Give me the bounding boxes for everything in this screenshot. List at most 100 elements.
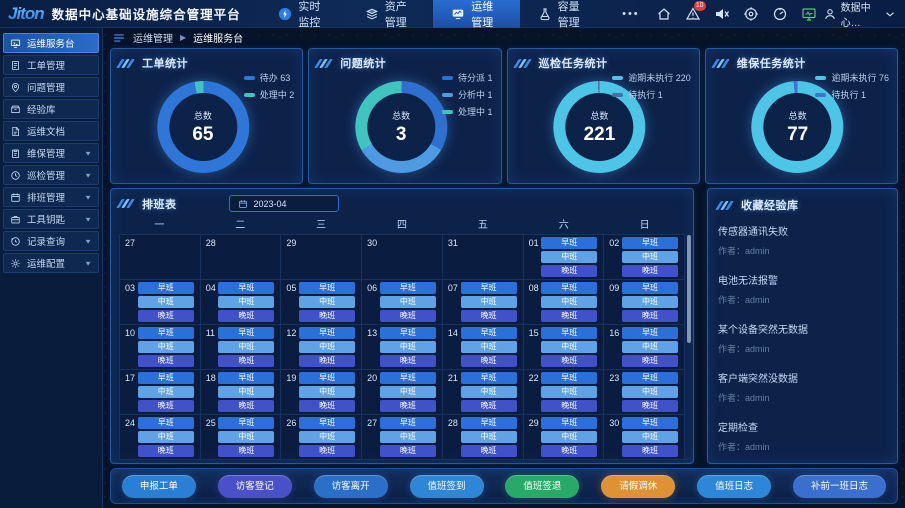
legend-label: 处理中 2 (260, 88, 295, 101)
calendar-day-cell[interactable]: 24早班中班晚班 (120, 415, 201, 460)
shift-tags: 早班中班晚班 (461, 417, 517, 457)
calendar-day-cell[interactable]: 20早班中班晚班 (362, 370, 443, 415)
calendar-day-cell[interactable]: 03早班中班晚班 (120, 280, 201, 325)
sidebar-item-1[interactable]: 运维服务台 (3, 33, 99, 53)
shift-tag: 中班 (461, 386, 517, 398)
action-button-1[interactable]: 申报工单 (122, 475, 196, 498)
shift-tags: 早班中班晚班 (299, 327, 355, 367)
sidebar-item-4[interactable]: 经验库 (3, 99, 99, 119)
calendar-day-cell[interactable]: 22早班中班晚班 (524, 370, 605, 415)
sidebar-item-9[interactable]: 工具钥匙▼ (3, 209, 99, 229)
calendar-day-cell[interactable]: 09早班中班晚班 (604, 280, 685, 325)
favorite-item[interactable]: 定期检查作者：admin (718, 419, 887, 453)
favorite-item[interactable]: 电池无法报警作者：admin (718, 272, 887, 306)
slashes-icon (119, 199, 134, 208)
calendar-day-cell[interactable]: 19早班中班晚班 (281, 370, 362, 415)
favorite-item[interactable]: 某个设备突然无数据作者：admin (718, 321, 887, 355)
sidebar-item-11[interactable]: 运维配置▼ (3, 253, 99, 273)
shift-tag: 早班 (138, 417, 194, 429)
calendar-day-cell[interactable]: 10早班中班晚班 (120, 325, 201, 370)
target-icon[interactable] (743, 6, 759, 22)
calendar-day-cell[interactable]: 02早班中班晚班 (604, 235, 685, 280)
legend-item: 分析中 1 (442, 88, 493, 101)
sidebar-item-8[interactable]: 排班管理▼ (3, 187, 99, 207)
menu-icon[interactable] (112, 31, 126, 45)
weekday-label: 五 (442, 217, 523, 234)
calendar-day-cell[interactable]: 13早班中班晚班 (362, 325, 443, 370)
action-button-2[interactable]: 访客登记 (218, 475, 292, 498)
calendar-day-cell[interactable]: 12早班中班晚班 (281, 325, 362, 370)
day-number: 18 (206, 373, 216, 383)
calendar-day-cell[interactable]: 06早班中班晚班 (362, 280, 443, 325)
action-button-7[interactable]: 值班日志 (697, 475, 771, 498)
shift-tag: 早班 (299, 327, 355, 339)
donut-center-label: 总数 (590, 109, 608, 122)
chevron-down-icon: ▼ (84, 193, 92, 200)
alert-icon[interactable]: 10 (685, 6, 701, 22)
gauge-icon[interactable] (772, 6, 788, 22)
action-button-5[interactable]: 值班签退 (505, 475, 579, 498)
calendar-day-cell[interactable]: 14早班中班晚班 (443, 325, 524, 370)
sidebar-item-label: 维保管理 (27, 146, 65, 160)
action-button-4[interactable]: 值班签到 (410, 475, 484, 498)
mute-icon[interactable] (714, 6, 730, 22)
calendar-day-cell[interactable]: 17早班中班晚班 (120, 370, 201, 415)
calendar-day-cell[interactable]: 31 (443, 235, 524, 280)
action-button-6[interactable]: 请假调休 (601, 475, 675, 498)
shift-tag: 中班 (622, 431, 678, 443)
calendar-day-cell[interactable]: 18早班中班晚班 (201, 370, 282, 415)
monitor-icon[interactable] (801, 6, 817, 22)
calendar-day-cell[interactable]: 27 (120, 235, 201, 280)
calendar-scrollbar[interactable] (687, 235, 691, 343)
month-picker[interactable]: 2023-04 (229, 195, 339, 212)
sidebar-item-10[interactable]: 记录查询▼ (3, 231, 99, 251)
calendar-day-cell[interactable]: 04早班中班晚班 (201, 280, 282, 325)
action-button-3[interactable]: 访客离开 (314, 475, 388, 498)
calendar-day-cell[interactable]: 28 (201, 235, 282, 280)
sidebar-item-2[interactable]: 工单管理 (3, 55, 99, 75)
calendar-day-cell[interactable]: 27早班中班晚班 (362, 415, 443, 460)
nav-item-4[interactable]: 容量管理 (520, 0, 606, 28)
sidebar-item-label: 记录查询 (27, 234, 65, 248)
nav-item-2[interactable]: 资产管理 (347, 0, 433, 28)
shift-tag: 早班 (299, 417, 355, 429)
day-number: 22 (529, 373, 539, 383)
breadcrumb-parent[interactable]: 运维管理 (133, 30, 173, 45)
calendar-day-cell[interactable]: 08早班中班晚班 (524, 280, 605, 325)
sidebar-item-7[interactable]: 巡检管理▼ (3, 165, 99, 185)
calendar-day-cell[interactable]: 28早班中班晚班 (443, 415, 524, 460)
calendar-day-cell[interactable]: 29早班中班晚班 (524, 415, 605, 460)
nav-item-3[interactable]: 运维管理 (433, 0, 519, 28)
user-menu[interactable]: 数据中心… (823, 0, 905, 29)
sidebar-item-3[interactable]: 问题管理 (3, 77, 99, 97)
calendar-day-cell[interactable]: 07早班中班晚班 (443, 280, 524, 325)
calendar-day-cell[interactable]: 29 (281, 235, 362, 280)
shift-tag: 晚班 (218, 400, 274, 412)
calendar-day-cell[interactable]: 25早班中班晚班 (201, 415, 282, 460)
calendar-day-cell[interactable]: 23早班中班晚班 (604, 370, 685, 415)
favorite-item[interactable]: 客户端突然没数据作者：admin (718, 370, 887, 404)
shift-tag: 早班 (541, 237, 597, 249)
calendar-day-cell[interactable]: 30早班中班晚班 (604, 415, 685, 460)
action-button-8[interactable]: 补前一班日志 (793, 475, 886, 498)
home-icon[interactable] (656, 6, 672, 22)
nav-more-button[interactable]: ••• (606, 8, 656, 20)
chart-legend: 逾期未执行 76待执行 1 (815, 71, 889, 101)
calendar-day-cell[interactable]: 11早班中班晚班 (201, 325, 282, 370)
shift-tags: 早班中班晚班 (622, 372, 678, 412)
calendar-day-cell[interactable]: 16早班中班晚班 (604, 325, 685, 370)
shift-tag: 晚班 (461, 310, 517, 322)
calendar-day-cell[interactable]: 30 (362, 235, 443, 280)
calendar-day-cell[interactable]: 26早班中班晚班 (281, 415, 362, 460)
calendar-day-cell[interactable]: 01早班中班晚班 (524, 235, 605, 280)
nav-item-1[interactable]: 实时监控 (260, 0, 346, 28)
sidebar-item-6[interactable]: 维保管理▼ (3, 143, 99, 163)
donut-center: 总数65 (169, 93, 237, 161)
stat-card-4: 维保任务统计逾期未执行 76待执行 1总数77 (705, 48, 898, 184)
calendar-day-cell[interactable]: 15早班中班晚班 (524, 325, 605, 370)
calendar-day-cell[interactable]: 05早班中班晚班 (281, 280, 362, 325)
favorite-item[interactable]: 传感器通讯失败作者：admin (718, 223, 887, 257)
calendar-grid: 272829303101早班中班晚班02早班中班晚班 03早班中班晚班04早班中班… (119, 234, 685, 460)
calendar-day-cell[interactable]: 21早班中班晚班 (443, 370, 524, 415)
sidebar-item-5[interactable]: 运维文档 (3, 121, 99, 141)
